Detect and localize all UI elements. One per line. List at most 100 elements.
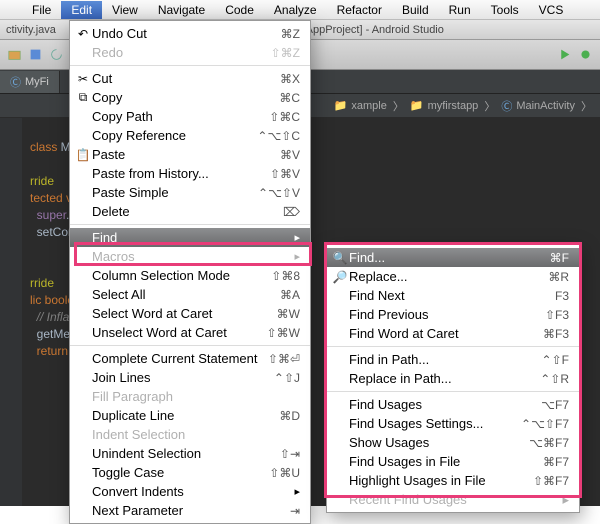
menu-item-shortcut: ⇧⌘U	[269, 466, 300, 480]
menu-item-label: Cut	[92, 71, 280, 86]
find-menu-item-find-previous[interactable]: Find Previous⇧F3	[327, 305, 579, 324]
find-menu-item-find-[interactable]: 🔍Find...⌘F	[327, 248, 579, 267]
breadcrumb-pkg2[interactable]: 📁myfirstapp	[410, 99, 478, 112]
edit-menu-separator	[70, 224, 310, 225]
menu-item-label: Recent Find Usages	[349, 492, 562, 507]
menu-item-label: Find Next	[349, 288, 555, 303]
menu-item-label: Select Word at Caret	[92, 306, 277, 321]
find-menu-item-find-in-path-[interactable]: Find in Path...⌃⇧F	[327, 350, 579, 369]
menu-item-shortcut: ⌘F7	[543, 455, 569, 469]
edit-menu-item-convert-indents[interactable]: Convert Indents▸	[70, 482, 310, 501]
submenu-arrow-icon: ▸	[294, 250, 300, 263]
menu-item-label: Replace in Path...	[349, 371, 540, 386]
edit-menu-item-select-word-at-caret[interactable]: Select Word at Caret⌘W	[70, 304, 310, 323]
find-menu-item-highlight-usages-in-file[interactable]: Highlight Usages in File⇧⌘F7	[327, 471, 579, 490]
find-menu-item-find-word-at-caret[interactable]: Find Word at Caret⌘F3	[327, 324, 579, 343]
edit-menu-item-paste[interactable]: 📋Paste⌘V	[70, 145, 310, 164]
debug-icon[interactable]	[579, 48, 592, 61]
menubar-item-view[interactable]: View	[102, 1, 148, 19]
edit-menu-item-delete[interactable]: Delete⌦	[70, 202, 310, 221]
menubar-item-analyze[interactable]: Analyze	[264, 1, 327, 19]
menu-item-shortcut: ⇧F3	[545, 308, 569, 322]
edit-menu-item-copy[interactable]: ⧉Copy⌘C	[70, 88, 310, 107]
title-left: ctivity.java	[6, 24, 56, 36]
menubar-item-tools[interactable]: Tools	[481, 1, 529, 19]
menubar-item-edit[interactable]: Edit	[61, 1, 102, 19]
find-menu-item-replace-in-path-[interactable]: Replace in Path...⌃⇧R	[327, 369, 579, 388]
edit-menu-item-complete-current-statement[interactable]: Complete Current Statement⇧⌘⏎	[70, 349, 310, 368]
editor-tab[interactable]: Ⓒ MyFi	[0, 71, 60, 93]
edit-menu-item-fill-paragraph: Fill Paragraph	[70, 387, 310, 406]
edit-menu-item-paste-simple[interactable]: Paste Simple⌃⌥⇧V	[70, 183, 310, 202]
breadcrumb-class[interactable]: ⒸMainActivity	[501, 98, 575, 114]
edit-menu-item-toggle-case[interactable]: Toggle Case⇧⌘U	[70, 463, 310, 482]
edit-menu-item-paste-from-history-[interactable]: Paste from History...⇧⌘V	[70, 164, 310, 183]
menu-item-shortcut: ⌘F3	[543, 327, 569, 341]
edit-menu-item-copy-reference[interactable]: Copy Reference⌃⌥⇧C	[70, 126, 310, 145]
find-menu-item-find-next[interactable]: Find NextF3	[327, 286, 579, 305]
menubar-item-run[interactable]: Run	[439, 1, 481, 19]
edit-menu-item-column-selection-mode[interactable]: Column Selection Mode⇧⌘8	[70, 266, 310, 285]
edit-menu-item-next-parameter[interactable]: Next Parameter⇥	[70, 501, 310, 520]
menu-item-label: Find Usages	[349, 397, 541, 412]
menu-item-label: Copy	[92, 90, 279, 105]
menubar-item-vcs[interactable]: VCS	[529, 1, 574, 19]
menubar-item-file[interactable]: File	[22, 1, 61, 19]
edit-menu-item-undo-cut[interactable]: ↶Undo Cut⌘Z	[70, 24, 310, 43]
menu-item-shortcut: ⇧⌘W	[267, 326, 300, 340]
edit-menu-item-unselect-word-at-caret[interactable]: Unselect Word at Caret⇧⌘W	[70, 323, 310, 342]
menu-item-shortcut: ⌘C	[279, 91, 300, 105]
find-menu-item-replace-[interactable]: 🔎Replace...⌘R	[327, 267, 579, 286]
menu-item-label: Show Usages	[349, 435, 529, 450]
menubar-item-build[interactable]: Build	[392, 1, 439, 19]
menu-item-shortcut: ⇧⌘Z	[271, 46, 300, 60]
menu-item-shortcut: ⌦	[283, 205, 300, 219]
open-icon[interactable]	[8, 48, 21, 61]
find-menu-separator	[327, 346, 579, 347]
menubar-item-code[interactable]: Code	[215, 1, 264, 19]
menu-item-label: Select All	[92, 287, 280, 302]
📋-icon: 📋	[74, 148, 92, 162]
menu-item-shortcut: ⇧⌘F7	[533, 474, 569, 488]
find-menu-item-find-usages[interactable]: Find Usages⌥F7	[327, 395, 579, 414]
menu-item-shortcut: ⇧⌘⏎	[268, 352, 300, 366]
menu-item-shortcut: ⌃⇧R	[540, 372, 569, 386]
edit-menu-item-join-lines[interactable]: Join Lines⌃⇧J	[70, 368, 310, 387]
edit-menu-item-select-all[interactable]: Select All⌘A	[70, 285, 310, 304]
✂-icon: ✂	[74, 72, 92, 86]
find-menu-item-find-usages-in-file[interactable]: Find Usages in File⌘F7	[327, 452, 579, 471]
save-icon[interactable]	[29, 48, 42, 61]
menu-item-label: Column Selection Mode	[92, 268, 271, 283]
edit-menu-item-find[interactable]: Find▸	[70, 228, 310, 247]
edit-menu-item-duplicate-line[interactable]: Duplicate Line⌘D	[70, 406, 310, 425]
⧉-icon: ⧉	[74, 90, 92, 105]
menu-item-shortcut: ⇧⌘8	[271, 269, 300, 283]
edit-menu-item-copy-path[interactable]: Copy Path⇧⌘C	[70, 107, 310, 126]
menu-item-shortcut: ⌘V	[280, 148, 300, 162]
menubar-item-refactor[interactable]: Refactor	[327, 1, 392, 19]
menu-item-label: Undo Cut	[92, 26, 281, 41]
refresh-icon[interactable]	[50, 48, 63, 61]
edit-menu-item-unindent-selection[interactable]: Unindent Selection⇧⇥	[70, 444, 310, 463]
breadcrumb-pkg1[interactable]: 📁xample	[334, 99, 387, 112]
find-menu-item-find-usages-settings-[interactable]: Find Usages Settings...⌃⌥⇧F7	[327, 414, 579, 433]
menubar-item-navigate[interactable]: Navigate	[148, 1, 215, 19]
menu-item-shortcut: ⌘R	[548, 270, 569, 284]
menu-item-shortcut: ⌃⌥⇧F7	[521, 417, 569, 431]
menu-item-label: Next Parameter	[92, 503, 290, 518]
menu-item-label: Find Previous	[349, 307, 545, 322]
find-menu-item-show-usages[interactable]: Show Usages⌥⌘F7	[327, 433, 579, 452]
find-submenu: 🔍Find...⌘F🔎Replace...⌘RFind NextF3Find P…	[326, 244, 580, 513]
menu-item-label: Indent Selection	[92, 427, 300, 442]
menu-item-shortcut: ⌃⌥⇧V	[258, 186, 300, 200]
menu-item-shortcut: ⌘W	[277, 307, 300, 321]
menu-item-label: Paste	[92, 147, 280, 162]
menu-item-label: Find Word at Caret	[349, 326, 543, 341]
edit-menu-item-cut[interactable]: ✂Cut⌘X	[70, 69, 310, 88]
menu-item-label: Find...	[349, 250, 550, 265]
submenu-arrow-icon: ▸	[294, 231, 300, 244]
menu-item-label: Paste Simple	[92, 185, 258, 200]
menu-item-shortcut: ⌥⌘F7	[529, 436, 569, 450]
run-icon[interactable]	[558, 48, 571, 61]
menu-item-shortcut: ⇧⌘V	[270, 167, 300, 181]
